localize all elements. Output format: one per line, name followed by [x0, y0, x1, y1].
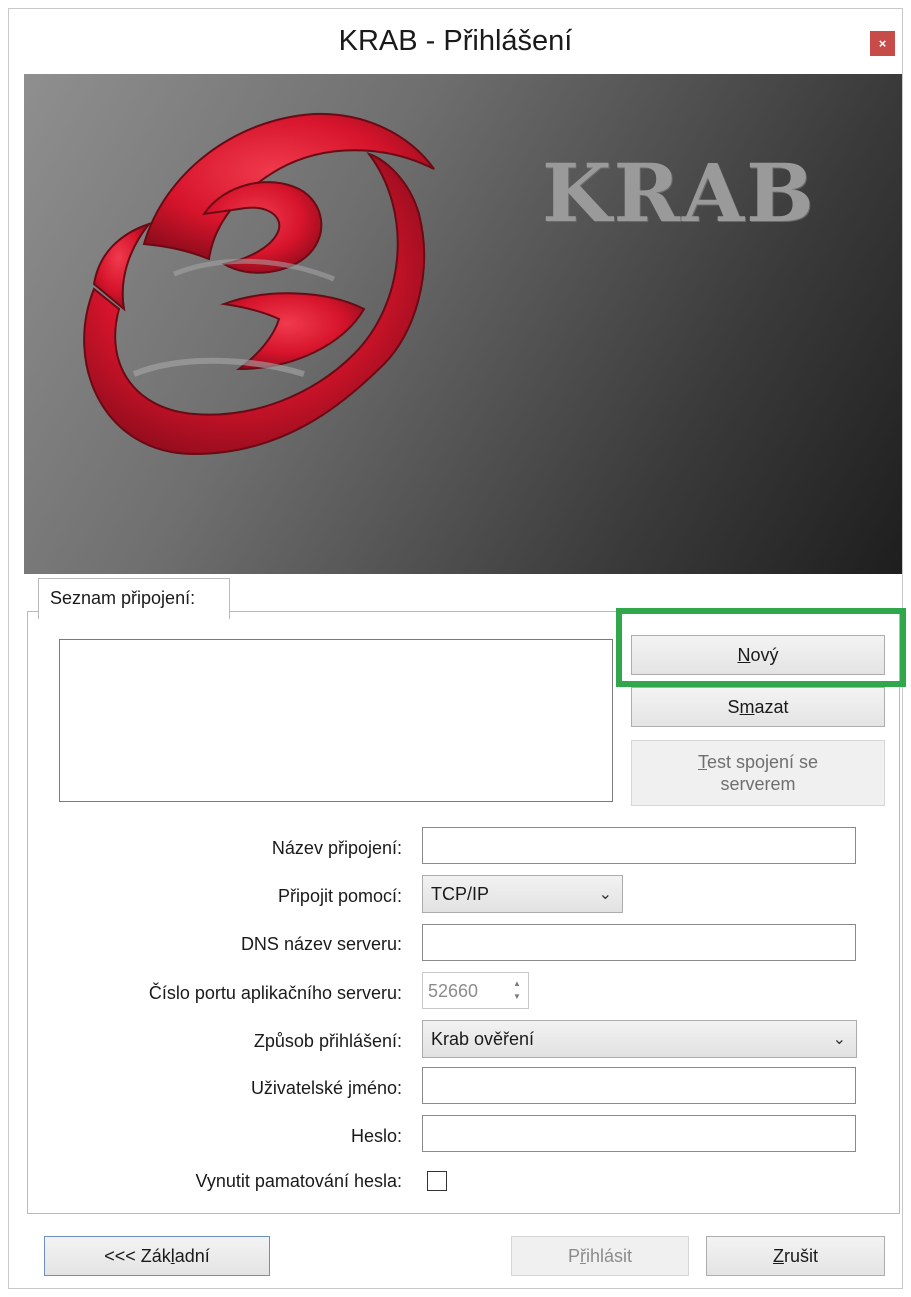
cancel-button-mnemonic: Z: [772, 1246, 784, 1266]
test-button-line1: est spojení se: [706, 752, 819, 772]
login-button-suffix: ihlásit: [585, 1246, 633, 1266]
title-bar: KRAB - Přihlášení ×: [9, 9, 902, 73]
cancel-button-suffix: rušit: [783, 1246, 818, 1266]
connect-via-value: TCP/IP: [431, 884, 490, 904]
connection-name-label: Název připojení:: [271, 838, 402, 858]
krab-banner: KRAB: [24, 74, 902, 574]
close-button[interactable]: ×: [870, 31, 895, 56]
connection-name-input[interactable]: [422, 827, 856, 864]
spinner-arrows-icon[interactable]: ▲ ▼: [510, 977, 524, 1004]
cancel-button[interactable]: Zrušit: [706, 1236, 885, 1276]
tab-connection-list[interactable]: Seznam připojení:: [38, 578, 230, 619]
test-button-line2: serverem: [720, 774, 796, 794]
new-button-mnemonic: N: [737, 645, 751, 665]
password-input[interactable]: [422, 1115, 856, 1152]
connect-via-select[interactable]: TCP/IP ⌄: [422, 875, 623, 913]
login-method-select[interactable]: Krab ověření ⌄: [422, 1020, 857, 1058]
chevron-down-icon: ⌄: [832, 1031, 846, 1048]
dns-input[interactable]: [422, 924, 856, 961]
close-icon: ×: [878, 36, 887, 51]
login-button[interactable]: Přihlásit: [511, 1236, 689, 1276]
window-title: KRAB - Přihlášení: [338, 25, 573, 57]
new-button-label: ový: [750, 645, 779, 665]
delete-button-prefix: S: [727, 697, 740, 717]
connect-via-label: Připojit pomocí:: [277, 886, 402, 906]
delete-button-suffix: azat: [754, 697, 789, 717]
port-label: Číslo portu aplikačního serveru:: [148, 983, 402, 1003]
krab-wordmark: KRAB: [542, 146, 816, 240]
login-button-prefix: P: [567, 1246, 580, 1266]
basic-button-suffix: adní: [174, 1246, 210, 1266]
remember-password-checkbox[interactable]: [427, 1171, 447, 1191]
port-value: 52660: [428, 981, 479, 1001]
username-label: Uživatelské jméno:: [250, 1078, 402, 1098]
password-label: Heslo:: [350, 1126, 402, 1146]
delete-button[interactable]: Smazat: [631, 687, 885, 727]
login-method-label: Způsob přihlášení:: [253, 1031, 402, 1051]
port-spinner[interactable]: 52660 ▲ ▼: [422, 972, 529, 1009]
login-method-value: Krab ověření: [431, 1029, 535, 1049]
chevron-down-icon: ⌄: [598, 886, 612, 903]
delete-button-mnemonic: m: [739, 697, 755, 717]
test-button-mnemonic: T: [697, 752, 707, 772]
basic-mode-button[interactable]: <<< Základní: [44, 1236, 270, 1276]
login-dialog: KRAB - Přihlášení × KRAB Seznam připojen…: [8, 8, 906, 1289]
dns-label: DNS název serveru:: [240, 934, 402, 954]
remember-password-label: Vynutit pamatování hesla:: [195, 1171, 402, 1191]
test-connection-button[interactable]: Test spojení se serverem: [631, 740, 885, 806]
basic-button-prefix: <<< Zák: [104, 1246, 171, 1266]
new-button[interactable]: Nový: [631, 635, 885, 675]
username-input[interactable]: [422, 1067, 856, 1104]
connection-listbox[interactable]: [59, 639, 613, 802]
